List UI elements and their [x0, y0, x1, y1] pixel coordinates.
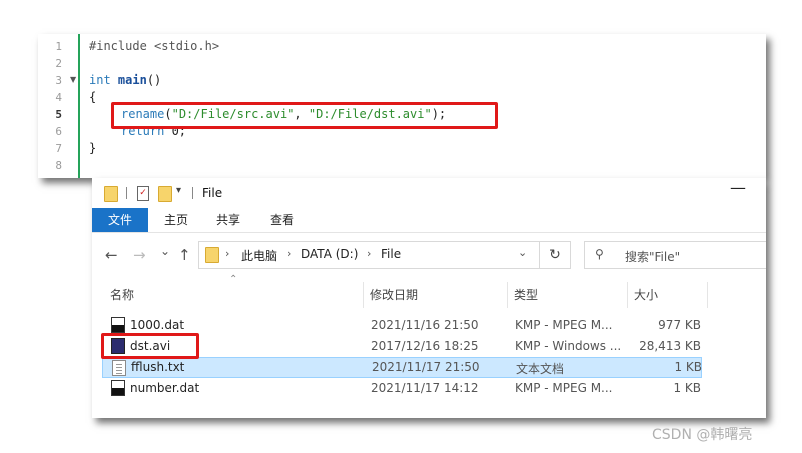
file-type: KMP - MPEG M...: [515, 381, 613, 395]
address-bar[interactable]: › 此电脑 › DATA (D:) › File: [198, 241, 540, 269]
breadcrumb-chevron-icon[interactable]: ›: [367, 247, 371, 260]
file-date: 2021/11/16 21:50: [371, 318, 479, 332]
line-number-current: 5: [55, 108, 62, 121]
rename-highlight-box: [111, 102, 498, 129]
file-date: 2017/12/16 18:25: [371, 339, 479, 353]
text-file-icon: [112, 360, 126, 376]
code-parens: (): [146, 73, 162, 87]
breadcrumb-drive[interactable]: DATA (D:): [301, 247, 358, 261]
line-number: 6: [55, 125, 62, 138]
breadcrumb-folder[interactable]: File: [381, 247, 401, 261]
search-icon: ⚲: [595, 247, 604, 261]
code-line-1: #include <stdio.h>: [89, 38, 219, 55]
up-arrow-icon[interactable]: ↑: [178, 246, 191, 264]
line-number: 2: [55, 57, 62, 70]
dat-file-icon: [111, 380, 125, 396]
column-header-name[interactable]: 名称: [104, 282, 364, 308]
file-size: 977 KB: [658, 318, 701, 332]
search-input[interactable]: 搜索"File": [625, 248, 680, 265]
separator: [126, 187, 127, 199]
file-name: number.dat: [130, 381, 200, 395]
file-name: 1000.dat: [130, 318, 185, 332]
tab-view[interactable]: 查看: [260, 208, 304, 232]
recent-locations-icon[interactable]: ⌄: [160, 244, 170, 258]
line-number: 3: [55, 74, 62, 87]
file-size: 1 KB: [674, 360, 702, 374]
file-row[interactable]: number.dat 2021/11/17 14:12 KMP - MPEG M…: [102, 378, 702, 399]
line-number-gutter: 1 2 3 4 5 6 7 8: [38, 34, 66, 178]
function-main: main: [117, 73, 147, 87]
separator: [192, 187, 193, 199]
breadcrumb-chevron-icon[interactable]: ›: [225, 247, 229, 260]
keyword-int: int: [89, 73, 111, 87]
file-type: KMP - MPEG M...: [515, 318, 613, 332]
minimize-icon[interactable]: —: [730, 178, 746, 197]
dst-avi-highlight-box: [101, 333, 199, 359]
change-marker-bar: [78, 34, 80, 178]
fold-toggle-icon[interactable]: ▼: [70, 75, 76, 84]
file-row-selected[interactable]: fflush.txt 2021/11/17 21:50 文本文档 1 KB: [102, 357, 702, 378]
file-date: 2021/11/17 14:12: [371, 381, 479, 395]
column-header-date[interactable]: 修改日期: [364, 282, 508, 308]
window-title: File: [202, 186, 223, 200]
file-size: 1 KB: [673, 381, 701, 395]
breadcrumb-chevron-icon[interactable]: ›: [287, 247, 291, 260]
tab-home[interactable]: 主页: [154, 208, 198, 232]
new-folder-icon[interactable]: [158, 186, 172, 202]
customize-toolbar-icon[interactable]: ▾: [176, 185, 181, 196]
include-directive: #include <stdio.h>: [89, 39, 220, 53]
dat-file-icon: [111, 317, 125, 333]
search-box[interactable]: ⚲ 搜索"File": [584, 241, 766, 269]
brace-open: {: [89, 90, 97, 104]
folder-icon: [205, 247, 219, 263]
file-size: 28,413 KB: [639, 339, 701, 353]
code-line-4: {: [89, 89, 96, 106]
refresh-icon[interactable]: ↻: [539, 241, 571, 269]
code-line-3: int main(): [89, 72, 161, 89]
watermark: CSDN @韩曙亮: [652, 427, 753, 443]
line-number: 8: [55, 159, 62, 172]
line-number: 4: [55, 91, 62, 104]
back-arrow-icon[interactable]: ←: [105, 246, 118, 264]
column-header-type[interactable]: 类型: [508, 282, 628, 308]
file-date: 2021/11/17 21:50: [372, 360, 480, 374]
line-number: 7: [55, 142, 62, 155]
file-name: fflush.txt: [131, 360, 185, 374]
file-explorer-window: ✓ ▾ File — 文件 主页 共享 查看 ← → ⌄ ↑ › 此电脑 › D…: [92, 178, 766, 418]
column-header-size[interactable]: 大小: [628, 282, 708, 308]
brace-close: }: [89, 141, 97, 155]
folder-icon: [104, 186, 118, 202]
breadcrumb-this-pc[interactable]: 此电脑: [241, 247, 277, 264]
tab-share[interactable]: 共享: [206, 208, 250, 232]
address-dropdown-icon[interactable]: ⌄: [518, 246, 527, 259]
properties-icon[interactable]: ✓: [137, 186, 149, 201]
file-type: 文本文档: [516, 362, 565, 376]
tab-file[interactable]: 文件: [92, 208, 148, 232]
line-number: 1: [55, 40, 62, 53]
code-line-7: }: [89, 140, 96, 157]
title-bar: ✓ ▾ File —: [92, 178, 766, 208]
file-type: KMP - Windows ...: [515, 339, 622, 353]
forward-arrow-icon[interactable]: →: [133, 246, 146, 264]
